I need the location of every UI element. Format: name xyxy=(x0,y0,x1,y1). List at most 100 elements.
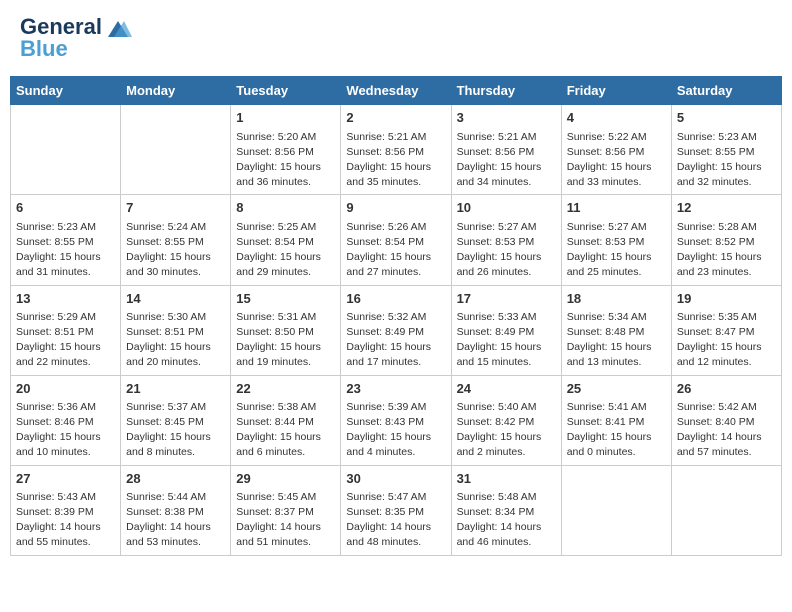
day-detail: Sunrise: 5:27 AMSunset: 8:53 PMDaylight:… xyxy=(457,220,556,281)
calendar-week-row: 6 Sunrise: 5:23 AMSunset: 8:55 PMDaylight… xyxy=(11,195,782,285)
day-number: 26 xyxy=(677,380,776,398)
day-number: 15 xyxy=(236,290,335,308)
day-detail: Sunrise: 5:40 AMSunset: 8:42 PMDaylight:… xyxy=(457,400,556,461)
day-detail: Sunrise: 5:21 AMSunset: 8:56 PMDaylight:… xyxy=(457,130,556,191)
page-header: General Blue xyxy=(10,10,782,66)
calendar-cell: 26 Sunrise: 5:42 AMSunset: 8:40 PMDayligh… xyxy=(671,375,781,465)
day-detail: Sunrise: 5:34 AMSunset: 8:48 PMDaylight:… xyxy=(567,310,666,371)
calendar-cell: 4Sunrise: 5:22 AMSunset: 8:56 PMDaylight… xyxy=(561,105,671,195)
day-detail: Sunrise: 5:29 AMSunset: 8:51 PMDaylight:… xyxy=(16,310,115,371)
calendar-week-row: 1 Sunrise: 5:20 AMSunset: 8:56 PMDaylight… xyxy=(11,105,782,195)
day-number: 22 xyxy=(236,380,335,398)
calendar-cell: 11Sunrise: 5:27 AMSunset: 8:53 PMDayligh… xyxy=(561,195,671,285)
day-number: 6 xyxy=(16,199,115,217)
day-detail: Sunrise: 5:27 AMSunset: 8:53 PMDaylight:… xyxy=(567,220,666,281)
day-detail: Sunrise: 5:37 AMSunset: 8:45 PMDaylight:… xyxy=(126,400,225,461)
day-number: 29 xyxy=(236,470,335,488)
calendar-cell: 24 Sunrise: 5:40 AMSunset: 8:42 PMDayligh… xyxy=(451,375,561,465)
day-detail: Sunrise: 5:36 AMSunset: 8:46 PMDaylight:… xyxy=(16,400,115,461)
day-number: 4 xyxy=(567,109,666,127)
day-number: 14 xyxy=(126,290,225,308)
day-number: 28 xyxy=(126,470,225,488)
day-detail: Sunrise: 5:42 AMSunset: 8:40 PMDaylight:… xyxy=(677,400,776,461)
logo: General Blue xyxy=(20,15,132,61)
day-of-week-header: Friday xyxy=(561,77,671,105)
calendar-cell: 15Sunrise: 5:31 AMSunset: 8:50 PMDayligh… xyxy=(231,285,341,375)
calendar-cell: 20 Sunrise: 5:36 AMSunset: 8:46 PMDayligh… xyxy=(11,375,121,465)
day-number: 20 xyxy=(16,380,115,398)
day-detail: Sunrise: 5:33 AMSunset: 8:49 PMDaylight:… xyxy=(457,310,556,371)
day-detail: Sunrise: 5:47 AMSunset: 8:35 PMDaylight:… xyxy=(346,490,445,551)
day-number: 5 xyxy=(677,109,776,127)
calendar-cell: 14 Sunrise: 5:30 AMSunset: 8:51 PMDayligh… xyxy=(121,285,231,375)
calendar-cell: 13 Sunrise: 5:29 AMSunset: 8:51 PMDayligh… xyxy=(11,285,121,375)
day-of-week-header: Thursday xyxy=(451,77,561,105)
day-number: 25 xyxy=(567,380,666,398)
day-number: 10 xyxy=(457,199,556,217)
day-of-week-header: Monday xyxy=(121,77,231,105)
calendar-cell xyxy=(671,465,781,555)
calendar-header-row: SundayMondayTuesdayWednesdayThursdayFrid… xyxy=(11,77,782,105)
day-detail: Sunrise: 5:44 AMSunset: 8:38 PMDaylight:… xyxy=(126,490,225,551)
day-detail: Sunrise: 5:30 AMSunset: 8:51 PMDaylight:… xyxy=(126,310,225,371)
calendar-cell: 19Sunrise: 5:35 AMSunset: 8:47 PMDayligh… xyxy=(671,285,781,375)
calendar-cell: 5Sunrise: 5:23 AMSunset: 8:55 PMDaylight… xyxy=(671,105,781,195)
calendar-cell: 22Sunrise: 5:38 AMSunset: 8:44 PMDayligh… xyxy=(231,375,341,465)
day-number: 3 xyxy=(457,109,556,127)
day-of-week-header: Sunday xyxy=(11,77,121,105)
logo-blue: Blue xyxy=(20,37,132,61)
day-number: 24 xyxy=(457,380,556,398)
day-number: 2 xyxy=(346,109,445,127)
calendar-cell: 18 Sunrise: 5:34 AMSunset: 8:48 PMDayligh… xyxy=(561,285,671,375)
day-number: 18 xyxy=(567,290,666,308)
calendar-cell: 30 Sunrise: 5:47 AMSunset: 8:35 PMDayligh… xyxy=(341,465,451,555)
day-number: 1 xyxy=(236,109,335,127)
calendar-cell: 8 Sunrise: 5:25 AMSunset: 8:54 PMDaylight… xyxy=(231,195,341,285)
day-number: 9 xyxy=(346,199,445,217)
day-number: 13 xyxy=(16,290,115,308)
calendar-cell: 3 Sunrise: 5:21 AMSunset: 8:56 PMDaylight… xyxy=(451,105,561,195)
calendar-cell: 21 Sunrise: 5:37 AMSunset: 8:45 PMDayligh… xyxy=(121,375,231,465)
calendar-cell: 27 Sunrise: 5:43 AMSunset: 8:39 PMDayligh… xyxy=(11,465,121,555)
calendar-cell: 12Sunrise: 5:28 AMSunset: 8:52 PMDayligh… xyxy=(671,195,781,285)
calendar-week-row: 20 Sunrise: 5:36 AMSunset: 8:46 PMDayligh… xyxy=(11,375,782,465)
day-detail: Sunrise: 5:26 AMSunset: 8:54 PMDaylight:… xyxy=(346,220,445,281)
day-number: 27 xyxy=(16,470,115,488)
calendar-cell xyxy=(121,105,231,195)
day-number: 30 xyxy=(346,470,445,488)
calendar-cell xyxy=(561,465,671,555)
day-number: 31 xyxy=(457,470,556,488)
day-detail: Sunrise: 5:28 AMSunset: 8:52 PMDaylight:… xyxy=(677,220,776,281)
day-number: 19 xyxy=(677,290,776,308)
calendar-cell: 2 Sunrise: 5:21 AMSunset: 8:56 PMDaylight… xyxy=(341,105,451,195)
day-detail: Sunrise: 5:41 AMSunset: 8:41 PMDaylight:… xyxy=(567,400,666,461)
calendar-week-row: 13 Sunrise: 5:29 AMSunset: 8:51 PMDayligh… xyxy=(11,285,782,375)
day-detail: Sunrise: 5:48 AMSunset: 8:34 PMDaylight:… xyxy=(457,490,556,551)
day-detail: Sunrise: 5:39 AMSunset: 8:43 PMDaylight:… xyxy=(346,400,445,461)
day-detail: Sunrise: 5:21 AMSunset: 8:56 PMDaylight:… xyxy=(346,130,445,191)
day-number: 17 xyxy=(457,290,556,308)
day-of-week-header: Saturday xyxy=(671,77,781,105)
day-detail: Sunrise: 5:24 AMSunset: 8:55 PMDaylight:… xyxy=(126,220,225,281)
logo-icon xyxy=(104,19,132,37)
day-number: 16 xyxy=(346,290,445,308)
calendar-table: SundayMondayTuesdayWednesdayThursdayFrid… xyxy=(10,76,782,555)
calendar-cell: 31 Sunrise: 5:48 AMSunset: 8:34 PMDayligh… xyxy=(451,465,561,555)
day-number: 7 xyxy=(126,199,225,217)
day-detail: Sunrise: 5:45 AMSunset: 8:37 PMDaylight:… xyxy=(236,490,335,551)
calendar-cell: 29 Sunrise: 5:45 AMSunset: 8:37 PMDayligh… xyxy=(231,465,341,555)
day-detail: Sunrise: 5:32 AMSunset: 8:49 PMDaylight:… xyxy=(346,310,445,371)
day-of-week-header: Wednesday xyxy=(341,77,451,105)
day-number: 21 xyxy=(126,380,225,398)
calendar-cell: 17 Sunrise: 5:33 AMSunset: 8:49 PMDayligh… xyxy=(451,285,561,375)
calendar-cell: 28 Sunrise: 5:44 AMSunset: 8:38 PMDayligh… xyxy=(121,465,231,555)
calendar-cell: 16 Sunrise: 5:32 AMSunset: 8:49 PMDayligh… xyxy=(341,285,451,375)
day-detail: Sunrise: 5:20 AMSunset: 8:56 PMDaylight:… xyxy=(236,130,335,191)
day-number: 8 xyxy=(236,199,335,217)
day-detail: Sunrise: 5:25 AMSunset: 8:54 PMDaylight:… xyxy=(236,220,335,281)
calendar-cell: 23Sunrise: 5:39 AMSunset: 8:43 PMDayligh… xyxy=(341,375,451,465)
day-detail: Sunrise: 5:23 AMSunset: 8:55 PMDaylight:… xyxy=(16,220,115,281)
day-detail: Sunrise: 5:43 AMSunset: 8:39 PMDaylight:… xyxy=(16,490,115,551)
calendar-cell: 10 Sunrise: 5:27 AMSunset: 8:53 PMDayligh… xyxy=(451,195,561,285)
day-of-week-header: Tuesday xyxy=(231,77,341,105)
